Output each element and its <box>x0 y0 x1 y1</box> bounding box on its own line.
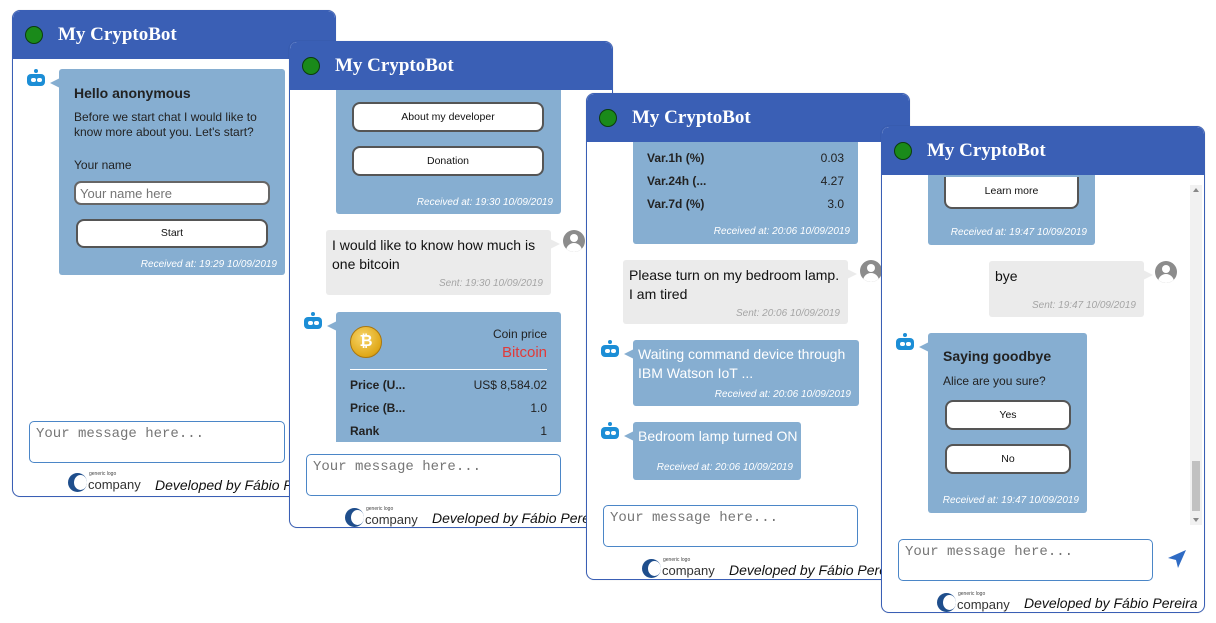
chat-window-1: My CryptoBot Hello anonymous Before we s… <box>12 10 336 497</box>
bot-message: Hello anonymous Before we start chat I w… <box>50 69 285 275</box>
user-avatar-icon <box>860 260 882 282</box>
developer-credit: Developed by Fábio Pereira <box>729 562 903 578</box>
about-developer-button[interactable]: About my developer <box>352 102 544 132</box>
row-value: 3.0 <box>827 197 844 211</box>
user-avatar-icon <box>1155 261 1177 283</box>
chat-header: My CryptoBot <box>882 127 1204 175</box>
row-value: 0.03 <box>820 151 844 165</box>
bot-message: Waiting command device through IBM Watso… <box>624 340 859 406</box>
chat-header: My CryptoBot <box>290 42 612 90</box>
developer-credit: Developed by Fábio Pereira <box>432 510 606 526</box>
divider <box>350 369 547 370</box>
bot-message-text: Bedroom lamp turned ON <box>638 428 798 444</box>
scroll-up-icon[interactable] <box>1193 188 1199 192</box>
received-timestamp: Received at: 19:29 10/09/2019 <box>140 259 277 270</box>
robot-icon <box>303 312 323 332</box>
yes-button[interactable]: Yes <box>945 400 1071 430</box>
bot-message-text: Waiting command device through IBM Watso… <box>638 346 846 381</box>
name-label: Your name <box>74 158 132 172</box>
message-input[interactable] <box>306 454 561 496</box>
row-value: 1.0 <box>530 401 547 415</box>
robot-icon <box>600 422 620 442</box>
developer-credit: Developed by Fábio Pereira <box>1024 595 1198 611</box>
online-status-icon <box>599 109 617 127</box>
user-message-text: I would like to know how much is one bit… <box>332 237 536 272</box>
message-input[interactable] <box>898 539 1153 581</box>
robot-icon <box>26 69 46 89</box>
chat-window-2: My CryptoBot About my developer Donation… <box>289 41 613 528</box>
greeting-title: Hello anonymous <box>74 85 191 101</box>
scrollbar[interactable] <box>1190 185 1202 525</box>
company-logo: generic logo company <box>937 591 1023 612</box>
chat-header: My CryptoBot <box>587 94 909 142</box>
robot-icon <box>600 340 620 360</box>
user-message-text: bye <box>995 268 1018 284</box>
row-label: Var.24h (... <box>647 174 707 188</box>
scroll-down-icon[interactable] <box>1193 518 1199 522</box>
chat-window-3: My CryptoBot Var.1h (%) 0.03 Var.24h (..… <box>586 93 910 580</box>
online-status-icon <box>25 26 43 44</box>
row-label: Price (B... <box>350 401 406 415</box>
no-button[interactable]: No <box>945 444 1071 474</box>
scrollbar-thumb[interactable] <box>1192 461 1200 511</box>
chat-title: My CryptoBot <box>58 24 177 45</box>
user-message: Please turn on my bedroom lamp. I am tir… <box>623 260 857 324</box>
row-value: US$ 8,584.02 <box>473 378 547 392</box>
received-timestamp: Received at: 19:30 10/09/2019 <box>416 197 553 208</box>
user-message: I would like to know how much is one bit… <box>326 230 560 295</box>
coin-name: Bitcoin <box>501 344 547 361</box>
chat-window-4: My CryptoBot Learn more Received at: 19:… <box>881 126 1205 613</box>
chat-title: My CryptoBot <box>335 55 454 76</box>
message-input[interactable] <box>603 505 858 547</box>
coin-price-card: ₿ Coin price Bitcoin Price (U... US$ 8,5… <box>327 312 561 442</box>
row-value: 4.27 <box>820 174 844 188</box>
greeting-text: Before we start chat I would like to kno… <box>74 110 257 139</box>
sent-timestamp: Sent: 19:47 10/09/2019 <box>1032 300 1136 311</box>
name-input[interactable] <box>74 181 270 205</box>
received-timestamp: Received at: 20:06 10/09/2019 <box>714 389 851 400</box>
message-input[interactable] <box>29 421 285 463</box>
bot-message: Saying goodbye Alice are you sure? Yes N… <box>919 333 1087 513</box>
received-timestamp: Received at: 19:47 10/09/2019 <box>942 495 1079 506</box>
goodbye-title: Saying goodbye <box>943 348 1052 364</box>
received-timestamp: Received at: 20:06 10/09/2019 <box>713 226 850 237</box>
chat-header: My CryptoBot <box>13 11 335 59</box>
company-logo: generic logo company <box>345 506 431 527</box>
received-timestamp: Received at: 19:47 10/09/2019 <box>950 227 1087 238</box>
learn-more-button[interactable]: Learn more <box>944 177 1079 209</box>
online-status-icon <box>302 57 320 75</box>
user-avatar-icon <box>563 230 585 252</box>
coin-price-label: Coin price <box>492 327 547 341</box>
chat-title: My CryptoBot <box>632 107 751 128</box>
company-logo: generic logo company <box>642 557 728 579</box>
sent-timestamp: Sent: 19:30 10/09/2019 <box>439 278 543 289</box>
user-message-text: Please turn on my bedroom lamp. I am tir… <box>629 267 840 302</box>
start-button[interactable]: Start <box>76 219 268 248</box>
bot-message: Bedroom lamp turned ON Received at: 20:0… <box>624 422 801 480</box>
send-icon[interactable] <box>1167 549 1187 569</box>
chat-title: My CryptoBot <box>927 140 1046 161</box>
row-value: 1 <box>540 424 547 438</box>
user-message: bye Sent: 19:47 10/09/2019 <box>989 261 1153 317</box>
row-label: Var.7d (%) <box>647 197 705 211</box>
bot-message: Learn more Received at: 19:47 10/09/2019 <box>928 175 1095 245</box>
donation-button[interactable]: Donation <box>352 146 544 176</box>
online-status-icon <box>894 142 912 160</box>
robot-icon <box>895 333 915 353</box>
bot-message: About my developer Donation Received at:… <box>336 90 561 214</box>
row-label: Rank <box>350 424 380 438</box>
company-logo: generic logo company <box>68 471 154 495</box>
goodbye-question: Alice are you sure? <box>943 374 1046 388</box>
row-label: Price (U... <box>350 378 406 392</box>
sent-timestamp: Sent: 20:06 10/09/2019 <box>736 308 840 319</box>
received-timestamp: Received at: 20:06 10/09/2019 <box>656 462 793 473</box>
coin-variation-card: Var.1h (%) 0.03 Var.24h (... 4.27 Var.7d… <box>633 142 858 244</box>
row-label: Var.1h (%) <box>647 151 705 165</box>
bitcoin-icon: ₿ <box>350 326 382 358</box>
